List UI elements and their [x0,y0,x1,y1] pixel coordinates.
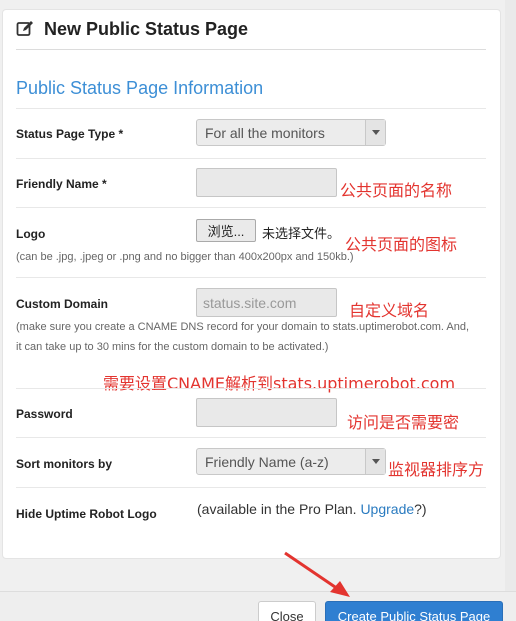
browse-file-button[interactable]: 浏览... [196,219,256,242]
cname-annotation: 需要设置CNAME解析到stats.uptimerobot.com [103,374,456,393]
scroll-track [505,0,516,621]
pro-plan-note: (available in the Pro Plan. Upgrade?) [197,501,427,517]
status-type-select[interactable]: For all the monitors [196,119,386,146]
pro-text-after: ?) [414,501,427,517]
password-annotation: 访问是否需要密 [347,413,460,432]
divider [16,388,486,389]
annotation-arrow-icon [284,551,350,597]
dropdown-arrow-icon [365,449,385,474]
friendly-name-label: Friendly Name * [16,177,107,191]
divider [16,487,486,488]
custom-domain-input[interactable] [196,288,337,317]
password-input[interactable] [196,398,337,427]
friendly-name-input[interactable] [196,168,337,197]
section-title: Public Status Page Information [16,78,264,98]
sort-value: Friendly Name (a-z) [205,454,329,470]
custom-domain-label: Custom Domain [16,297,109,311]
status-type-value: For all the monitors [205,125,325,141]
panel-header: New Public Status Page [16,19,486,50]
upgrade-link[interactable]: Upgrade [360,501,414,517]
password-label: Password [16,407,73,421]
divider [16,158,486,159]
logo-help: (can be .jpg, .jpeg or .png and no bigge… [16,251,354,263]
divider [16,108,486,109]
friendly-name-annotation: 公共页面的名称 [340,181,453,200]
sort-label: Sort monitors by [16,457,113,471]
page-title: New Public Status Page [44,19,249,39]
dropdown-arrow-icon [365,120,385,145]
edit-icon [16,21,33,36]
divider [16,277,486,278]
logo-label: Logo [16,227,46,241]
sort-select[interactable]: Friendly Name (a-z) [196,448,386,475]
sort-annotation: 监视器排序方 [388,460,485,479]
hide-logo-label: Hide Uptime Robot Logo [16,507,157,521]
custom-domain-help: (make sure you create a CNAME DNS record… [16,321,470,353]
status-type-label: Status Page Type * [16,127,124,141]
divider [16,437,486,438]
divider [16,207,486,208]
pro-text-before: (available in the Pro Plan. [197,501,361,517]
no-file-text: 未选择文件。 [262,226,341,241]
